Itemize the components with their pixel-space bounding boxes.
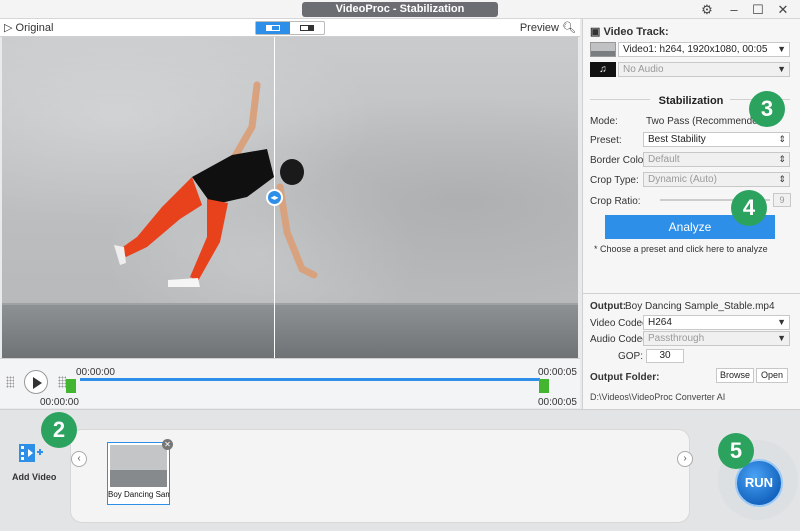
mode-label: Mode: [590, 116, 618, 127]
original-label: ▷ Original [4, 22, 54, 34]
clip-image [110, 445, 167, 487]
end-marker[interactable] [539, 379, 549, 393]
updown-icon: ⇕ [778, 134, 786, 144]
crop-ratio-value[interactable]: 9 [773, 193, 791, 207]
preview-label[interactable]: Preview 🔍︎ [520, 21, 576, 34]
window-title: VideoProc - Stabilization [302, 2, 498, 17]
audio-track-select[interactable]: ♫ No Audio ▼ [590, 62, 790, 77]
gop-label: GOP: [618, 351, 644, 362]
chevron-down-icon: ▼ [777, 44, 786, 54]
open-button[interactable]: Open [756, 368, 788, 383]
preset-label: Preset: [590, 135, 622, 146]
border-color-label: Border Color: [590, 155, 650, 166]
video-clip-thumbnail[interactable]: Boy Dancing Sam [107, 442, 170, 505]
side-by-side-button[interactable] [290, 22, 324, 34]
maximize-icon[interactable]: ☐ [746, 1, 770, 18]
video-codec-label: Video Codec: [590, 318, 650, 329]
side-by-side-icon [300, 25, 314, 31]
video-thumbnail [590, 42, 616, 57]
step-badge: 4 [731, 190, 767, 226]
end-time: 00:00:05 [538, 367, 577, 378]
audio-codec-select[interactable]: Passthrough ▼ [643, 331, 790, 346]
search-icon: 🔍︎ [562, 22, 576, 34]
updown-icon: ⇕ [778, 174, 786, 184]
analyze-hint: * Choose a preset and click here to anal… [594, 244, 768, 254]
close-icon[interactable]: ✕ [162, 439, 173, 450]
video-track-select[interactable]: Video1: h264, 1920x1080, 00:05 ▼ [590, 42, 790, 57]
view-mode-toggle[interactable] [255, 21, 325, 35]
chevron-down-icon: ▼ [777, 64, 786, 74]
timeline-track[interactable] [80, 378, 540, 381]
trim-start-time: 00:00:00 [40, 397, 79, 408]
video-codec-select[interactable]: H264 ▼ [643, 315, 790, 330]
add-video-icon[interactable] [18, 442, 44, 464]
output-folder-path: D:\Videos\VideoProc Converter AI [590, 392, 726, 402]
step-badge: 2 [41, 412, 77, 448]
border-color-select[interactable]: Default ⇕ [643, 152, 790, 167]
browse-button[interactable]: Browse [716, 368, 754, 383]
split-handle-icon[interactable]: ◂▸ [266, 189, 283, 206]
start-marker[interactable] [66, 379, 76, 393]
close-icon[interactable]: ✕ [771, 1, 795, 18]
settings-panel [582, 19, 800, 409]
music-note-icon: ♫ [590, 62, 616, 77]
video-track-label: ▣ Video Track: [590, 26, 669, 38]
step-badge: 5 [718, 433, 754, 469]
dancer-figure [114, 81, 318, 287]
crop-type-label: Crop Type: [590, 175, 639, 186]
chevron-down-icon: ▼ [777, 317, 786, 327]
minimize-icon[interactable]: – [722, 1, 746, 18]
viewer-header: ▷ Original Preview 🔍︎ [0, 19, 580, 37]
grip-icon[interactable] [58, 376, 66, 388]
step-badge: 3 [749, 91, 785, 127]
play-button[interactable] [24, 370, 48, 394]
title-bar: VideoProc - Stabilization ⚙ – ☐ ✕ [0, 0, 800, 19]
timeline: 00:00:00 00:00:05 00:00:00 00:00:05 [0, 358, 580, 408]
chevron-down-icon: ▼ [777, 333, 786, 343]
mode-value[interactable]: Two Pass (Recommended) [646, 116, 767, 127]
output-label: Output: [590, 301, 627, 312]
chevron-left-icon[interactable]: ‹ [71, 451, 87, 467]
audio-codec-label: Audio Codec: [590, 334, 651, 345]
trim-end-time: 00:00:05 [538, 397, 577, 408]
updown-icon: ⇕ [778, 154, 786, 164]
crop-ratio-label: Crop Ratio: [590, 196, 641, 207]
preset-select[interactable]: Best Stability ⇕ [643, 132, 790, 147]
output-filename: Boy Dancing Sample_Stable.mp4 [625, 301, 775, 312]
video-preview: ◂▸ [2, 37, 578, 358]
output-folder-label: Output Folder: [590, 372, 660, 383]
video-track-icon: ▣ [590, 26, 601, 38]
split-view-button[interactable] [256, 22, 290, 34]
bottom-bar: Add Video ‹ › Boy Dancing Sam ✕ [0, 409, 800, 531]
crop-type-select[interactable]: Dynamic (Auto) ⇕ [643, 172, 790, 187]
current-time: 00:00:00 [76, 367, 115, 378]
chevron-right-icon[interactable]: › [677, 451, 693, 467]
grip-icon[interactable] [6, 376, 14, 388]
gop-input[interactable]: 30 [646, 349, 684, 363]
clip-label: Boy Dancing Sam [108, 490, 169, 499]
gear-icon[interactable]: ⚙ [695, 1, 719, 18]
add-video-label[interactable]: Add Video [12, 472, 56, 482]
split-view-icon [266, 25, 280, 31]
play-outline-icon: ▷ [4, 22, 13, 34]
